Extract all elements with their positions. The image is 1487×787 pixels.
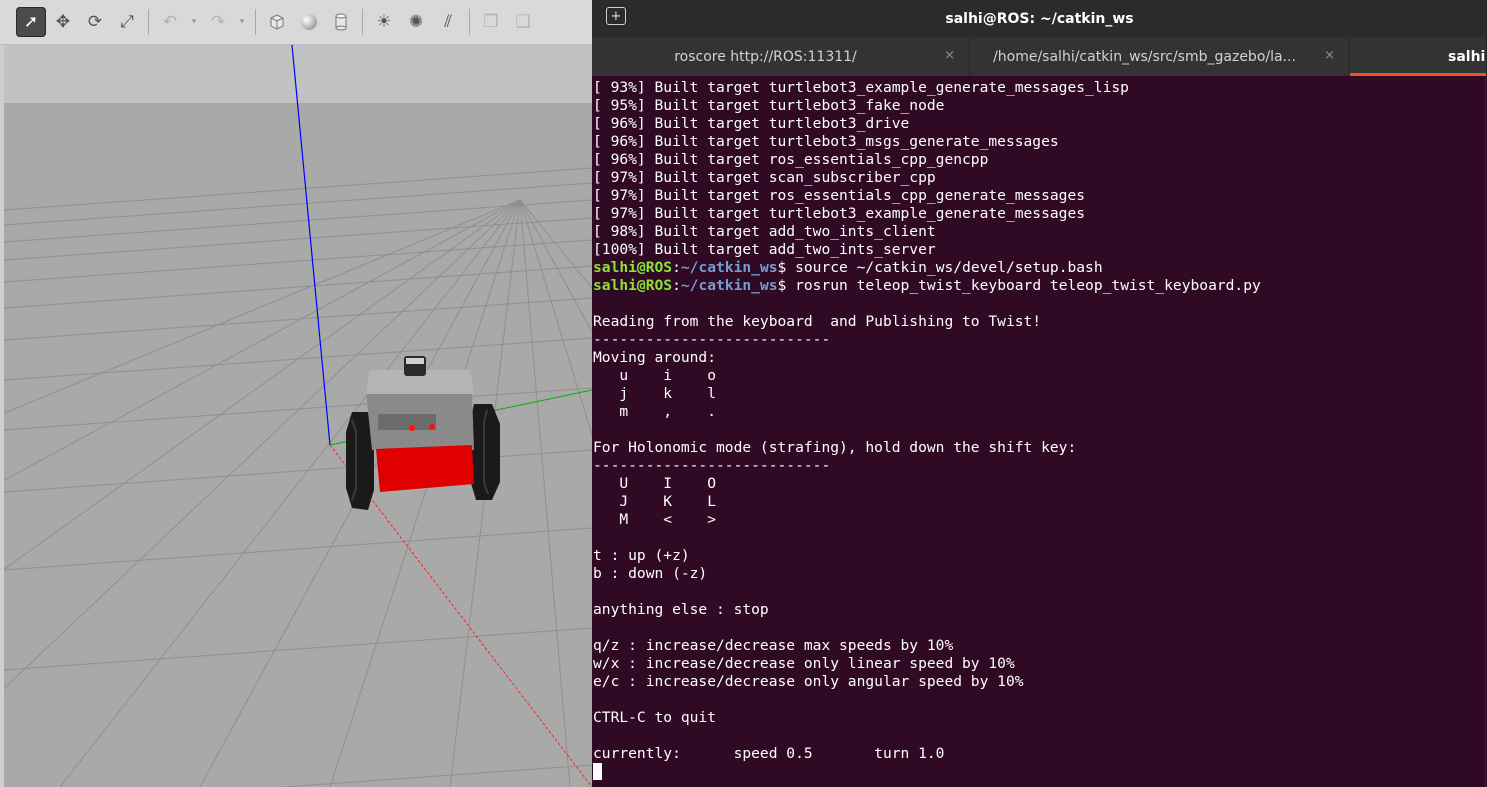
terminal-line: [ 96%] Built target turtlebot3_drive [593,115,910,132]
terminal-line: For Holonomic mode (strafing), hold down… [593,439,1077,456]
terminal-line: [ 95%] Built target turtlebot3_fake_node [593,97,945,114]
box-shape-icon[interactable] [262,7,292,37]
directional-light-icon[interactable]: ⫽ [433,7,463,37]
terminal-line: --------------------------- [593,331,831,348]
undo-icon[interactable]: ↶ [155,7,185,37]
toolbar-separator [148,9,149,35]
close-icon[interactable]: × [1324,48,1335,63]
tab-label: roscore http://ROS:11311/ [674,48,857,65]
tab-roscore[interactable]: roscore http://ROS:11311/ × [592,37,970,76]
gazebo-window: ➚ ✥ ⟳ ⤢ ↶ ▾ ↷ ▾ ☀ ✺ ⫽ ❐ ❏ [0,0,592,787]
prompt-dollar: $ [777,259,787,276]
terminal-line: [ 98%] Built target add_two_ints_client [593,223,936,240]
new-tab-icon[interactable]: + [606,7,626,25]
copy-icon[interactable]: ❐ [476,7,506,37]
sky [4,45,592,103]
terminal-tab-bar: roscore http://ROS:11311/ × /home/salhi/… [592,37,1487,76]
terminal-command-line: salhi@ROS:~/catkin_ws$ source ~/catkin_w… [593,259,1487,277]
terminal-line: --------------------------- [593,457,831,474]
terminal-line: w/x : increase/decrease only linear spee… [593,655,1015,672]
point-light-icon[interactable]: ☀ [369,7,399,37]
window-title: salhi@ROS: ~/catkin_ws [945,10,1134,27]
terminal-titlebar: + salhi@ROS: ~/catkin_ws [592,0,1487,37]
prompt-user: salhi@ROS [593,259,673,276]
command-text: source ~/catkin_ws/devel/setup.bash [786,259,1103,276]
terminal-line: [100%] Built target add_two_ints_server [593,241,936,258]
terminal-line: m , . [593,403,717,420]
terminal-line: [ 97%] Built target scan_subscriber_cpp [593,169,936,186]
command-text: rosrun teleop_twist_keyboard teleop_twis… [786,277,1261,294]
select-arrow-icon[interactable]: ➚ [16,7,46,37]
terminal-line [593,763,1487,781]
paste-icon[interactable]: ❏ [508,7,538,37]
terminal-line: e/c : increase/decrease only angular spe… [593,673,1024,690]
prompt-dollar: $ [777,277,787,294]
terminal-line: M < > [593,511,717,528]
terminal-line: t : up (+z) [593,547,690,564]
terminal-line: u i o [593,367,717,384]
terminal-output[interactable]: [ 93%] Built target turtlebot3_example_g… [593,79,1487,787]
terminal-line: j k l [593,385,717,402]
terminal-line: Moving around: [593,349,717,366]
terminal-window: + salhi@ROS: ~/catkin_ws roscore http://… [592,0,1487,787]
chevron-down-icon[interactable]: ▾ [187,17,201,27]
terminal-line: q/z : increase/decrease max speeds by 10… [593,637,954,654]
terminal-line: J K L [593,493,717,510]
terminal-line: [ 93%] Built target turtlebot3_example_g… [593,79,1129,96]
terminal-line: CTRL-C to quit [593,709,717,726]
toolbar-separator [469,9,470,35]
redo-icon[interactable]: ↷ [203,7,233,37]
terminal-line: anything else : stop [593,601,769,618]
text-cursor[interactable] [593,763,602,780]
terminal-command-line: salhi@ROS:~/catkin_ws$ rosrun teleop_twi… [593,277,1487,295]
tab-smb-gazebo[interactable]: /home/salhi/catkin_ws/src/smb_gazebo/la.… [970,37,1350,76]
tab-active-shell[interactable]: salhi@ [1350,37,1487,76]
ground-plane [4,103,592,787]
prompt-path: ~/catkin_ws [680,277,778,294]
toolbar-separator [362,9,363,35]
terminal-line: [ 97%] Built target turtlebot3_example_g… [593,205,1086,222]
cylinder-shape-icon[interactable] [326,7,356,37]
scale-icon[interactable]: ⤢ [112,7,142,37]
robot-led-right [429,424,435,430]
tab-label: /home/salhi/catkin_ws/src/smb_gazebo/la.… [993,48,1296,65]
gazebo-3d-viewport[interactable] [4,45,592,787]
tab-label: salhi@ [1448,48,1486,65]
toolbar-separator [255,9,256,35]
sphere-shape-icon[interactable] [294,7,324,37]
robot-red-bumper [376,445,474,492]
terminal-line: [ 96%] Built target ros_essentials_cpp_g… [593,151,989,168]
spot-light-icon[interactable]: ✺ [401,7,431,37]
chevron-down-icon[interactable]: ▾ [235,17,249,27]
prompt-user: salhi@ROS [593,277,673,294]
prompt-path: ~/catkin_ws [680,259,778,276]
close-icon[interactable]: × [944,48,955,63]
terminal-line: b : down (-z) [593,565,708,582]
gazebo-toolbar: ➚ ✥ ⟳ ⤢ ↶ ▾ ↷ ▾ ☀ ✺ ⫽ ❐ ❏ [0,0,592,45]
translate-icon[interactable]: ✥ [48,7,78,37]
terminal-line: currently: speed 0.5 turn 1.0 [593,745,954,762]
prompt-separator: : [672,277,681,294]
terminal-line: [ 96%] Built target turtlebot3_msgs_gene… [593,133,1059,150]
robot-led-left [409,425,415,431]
terminal-line: Reading from the keyboard and Publishing… [593,313,1042,330]
terminal-line: [ 97%] Built target ros_essentials_cpp_g… [593,187,1086,204]
rotate-icon[interactable]: ⟳ [80,7,110,37]
prompt-separator: : [672,259,681,276]
terminal-line: U I O [593,475,717,492]
